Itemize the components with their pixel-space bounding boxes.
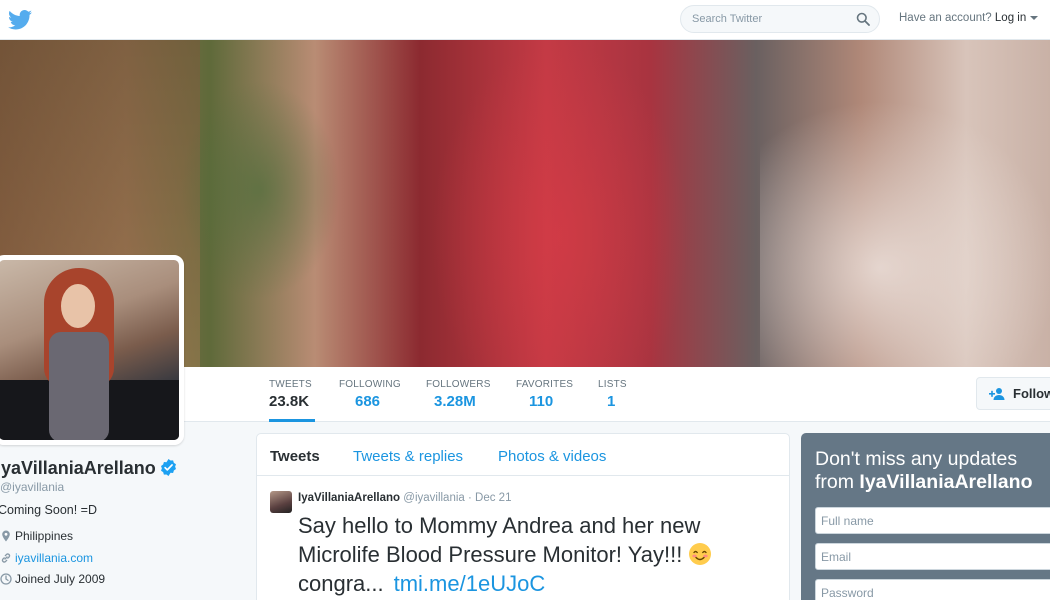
login-link[interactable]: Log in xyxy=(995,12,1026,24)
stat-label: FOLLOWERS xyxy=(426,379,491,390)
tweet-avatar[interactable] xyxy=(270,491,292,513)
stat-value: 23.8K xyxy=(269,393,310,410)
top-navigation-bar: Have an account? Log in xyxy=(0,0,1050,40)
profile-joined: Joined July 2009 xyxy=(0,572,105,586)
signup-heading: Don't miss any updates from IyaVillaniaA… xyxy=(815,448,1050,494)
stat-label: LISTS xyxy=(598,379,627,390)
stat-label: FOLLOWING xyxy=(339,379,401,390)
account-prompt: Have an account? xyxy=(899,12,992,24)
password-field[interactable] xyxy=(815,579,1050,600)
url-text[interactable]: iyavillania.com xyxy=(15,551,93,565)
email-field[interactable] xyxy=(815,543,1050,570)
tweet-date[interactable]: · Dec 21 xyxy=(468,492,511,504)
stat-label: TWEETS xyxy=(269,379,312,390)
tab-tweets-replies[interactable]: Tweets & replies xyxy=(353,448,463,465)
twitter-bird-icon[interactable] xyxy=(8,9,32,31)
location-text: Philippines xyxy=(15,529,74,543)
tweet-author-name[interactable]: IyaVillaniaArellano xyxy=(298,492,400,504)
tweet-text-body: Say hello to Mommy Andrea and her new Mi… xyxy=(298,513,701,567)
joined-text: Joined July 2009 xyxy=(15,572,106,586)
tab-photos-videos[interactable]: Photos & videos xyxy=(498,448,606,465)
profile-name-text: IyaVillaniaArellano xyxy=(0,458,156,478)
verified-badge-icon xyxy=(160,459,176,476)
search-icon[interactable] xyxy=(856,12,870,26)
stat-value: 110 xyxy=(529,393,554,410)
tweet-text: Say hello to Mommy Andrea and her new Mi… xyxy=(298,511,758,598)
calendar-icon xyxy=(0,573,12,585)
stat-label: FAVORITES xyxy=(516,379,574,390)
stat-value: 1 xyxy=(607,393,616,410)
search-input[interactable] xyxy=(681,6,841,32)
profile-name[interactable]: IyaVillaniaArellano xyxy=(0,458,177,479)
account-menu[interactable]: Have an account? Log in xyxy=(899,12,1039,24)
add-user-icon xyxy=(989,388,1005,400)
stat-tweets[interactable]: TWEETS 23.8K xyxy=(269,367,315,422)
signup-heading-name: IyaVillaniaArellano xyxy=(859,471,1033,493)
link-icon xyxy=(1,553,11,563)
timeline-tabs: Tweets Tweets & replies Photos & videos xyxy=(257,434,789,476)
profile-location: Philippines xyxy=(0,529,73,543)
smiling-face-emoji-icon xyxy=(689,543,712,565)
follow-label: Follow xyxy=(1013,386,1050,401)
stat-value: 686 xyxy=(355,393,381,410)
tweet-item[interactable]: IyaVillaniaArellano @iyavillania · Dec 2… xyxy=(257,477,789,600)
profile-url[interactable]: iyavillania.com xyxy=(0,551,93,565)
tweet-header: IyaVillaniaArellano @iyavillania · Dec 2… xyxy=(298,492,511,504)
signup-module: Don't miss any updates from IyaVillaniaA… xyxy=(801,433,1050,600)
tweet-author-handle[interactable]: @iyavillania xyxy=(403,492,465,504)
follow-button[interactable]: Follow xyxy=(976,377,1050,410)
profile-bio: Coming Soon! =D xyxy=(0,503,98,517)
tab-tweets[interactable]: Tweets xyxy=(270,448,320,465)
profile-avatar[interactable] xyxy=(0,255,184,445)
stat-value: 3.28M xyxy=(434,393,476,410)
search-box xyxy=(680,5,880,33)
tweet-text-tail: congra... xyxy=(298,571,384,596)
location-pin-icon xyxy=(2,530,10,542)
profile-handle[interactable]: @iyavillania xyxy=(0,480,64,494)
chevron-down-icon[interactable] xyxy=(1030,15,1039,20)
timeline-card: Tweets Tweets & replies Photos & videos … xyxy=(256,433,790,600)
tweet-link[interactable]: tmi.me/1eUJoC xyxy=(394,571,546,596)
full-name-field[interactable] xyxy=(815,507,1050,534)
